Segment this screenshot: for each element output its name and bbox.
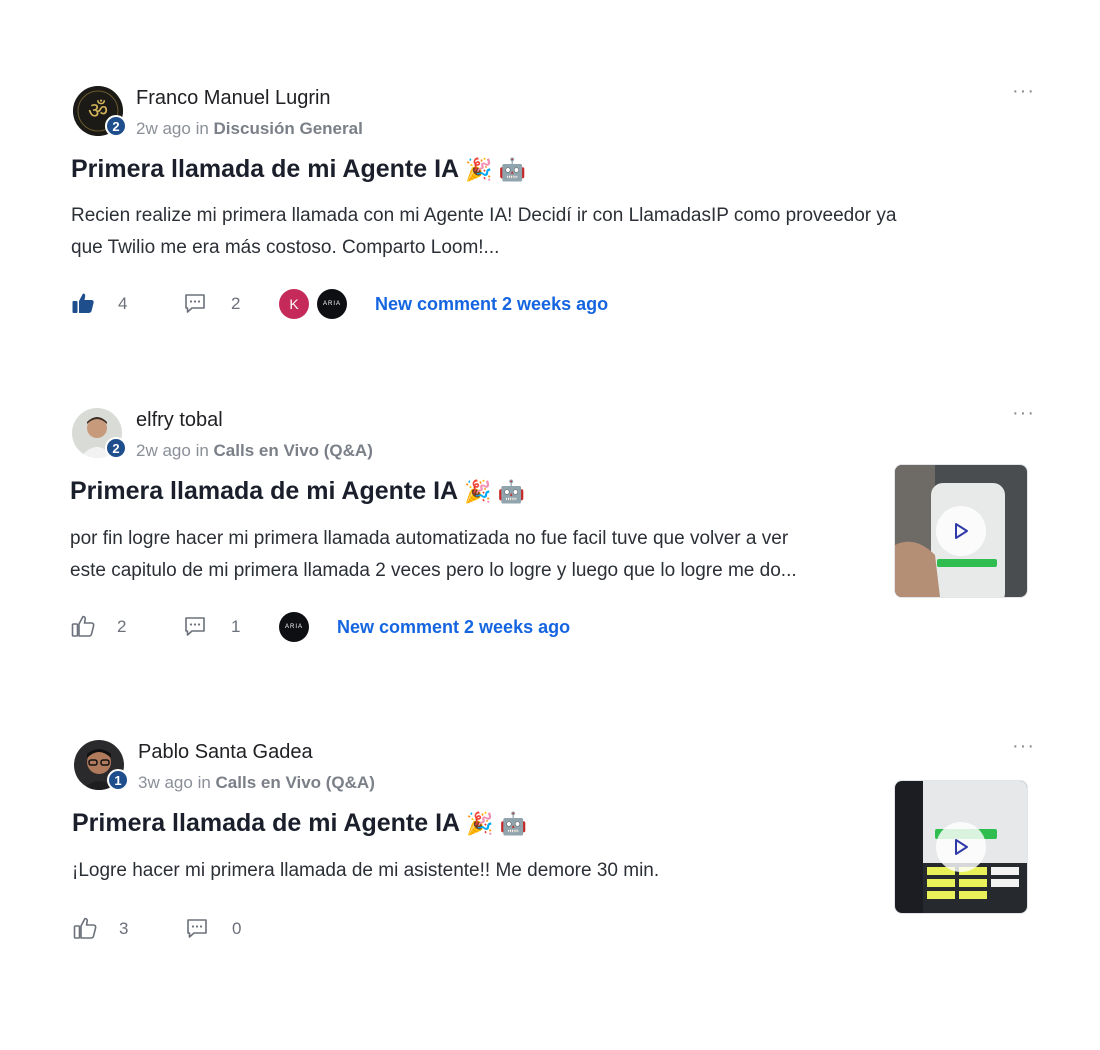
like-count: 2 [117, 617, 127, 636]
post-body-line: ¡Logre hacer mi primera llamada de mi as… [72, 860, 660, 881]
post-time: 2w ago [136, 441, 191, 460]
like-button[interactable] [71, 291, 95, 315]
title-emojis: 🎉 🤖 [465, 157, 527, 182]
level-badge: 2 [105, 115, 127, 137]
svg-text:ॐ: ॐ [88, 99, 108, 124]
meta-in: in [197, 773, 211, 792]
post-title-text: Primera llamada de mi Agente IA [70, 477, 458, 505]
author-name[interactable]: Franco Manuel Lugrin [136, 87, 331, 110]
commenter-avatar[interactable]: ARIA [279, 612, 309, 642]
post-title-text: Primera llamada de mi Agente IA [72, 809, 460, 837]
post-body-line: este capitulo de mi primera llamada 2 ve… [70, 560, 797, 581]
post-title[interactable]: Primera llamada de mi Agente IA 🎉 🤖 [71, 155, 526, 184]
post-meta: 3w ago in Calls en Vivo (Q&A) [138, 773, 375, 793]
meta-in: in [195, 441, 209, 460]
meta-in: in [195, 119, 209, 138]
post-menu-button[interactable]: ··· [1012, 735, 1035, 758]
post-body[interactable]: Recien realize mi primera llamada con mi… [71, 200, 1011, 264]
like-count: 4 [118, 294, 128, 313]
post-title-text: Primera llamada de mi Agente IA [71, 155, 459, 183]
thumbs-up-filled-icon [72, 293, 94, 313]
post-time: 3w ago [138, 773, 193, 792]
comment-button[interactable] [185, 916, 209, 940]
post-body[interactable]: por fin logre hacer mi primera llamada a… [70, 523, 870, 587]
play-icon [955, 839, 968, 855]
title-emojis: 🎉 🤖 [464, 479, 526, 504]
comment-icon [185, 617, 205, 636]
post-body[interactable]: ¡Logre hacer mi primera llamada de mi as… [72, 855, 872, 887]
play-button[interactable] [936, 822, 986, 872]
commenter-avatar[interactable]: ARIA [317, 289, 347, 319]
post-title[interactable]: Primera llamada de mi Agente IA 🎉 🤖 [72, 809, 527, 838]
like-button[interactable] [71, 614, 95, 638]
author-name[interactable]: elfry tobal [136, 409, 223, 432]
comment-button[interactable] [183, 614, 207, 638]
comment-button[interactable] [183, 291, 207, 315]
author-name[interactable]: Pablo Santa Gadea [138, 741, 313, 764]
post-body-line: por fin logre hacer mi primera llamada a… [70, 528, 789, 549]
new-comment-link[interactable]: New comment 2 weeks ago [375, 294, 608, 315]
video-thumbnail[interactable] [894, 464, 1028, 598]
post-menu-button[interactable]: ··· [1012, 402, 1035, 425]
comment-icon [187, 919, 207, 938]
play-icon [955, 523, 968, 539]
play-button[interactable] [936, 506, 986, 556]
like-button[interactable] [73, 916, 97, 940]
post-category[interactable]: Calls en Vivo (Q&A) [216, 773, 375, 792]
thumbs-up-icon [71, 615, 95, 637]
level-badge: 2 [105, 437, 127, 459]
title-emojis: 🎉 🤖 [466, 811, 528, 836]
thumbs-up-icon [73, 917, 97, 939]
comment-count: 0 [232, 919, 242, 938]
post-body-line: Recien realize mi primera llamada con mi… [71, 205, 897, 226]
post-category[interactable]: Discusión General [214, 119, 363, 138]
post-menu-button[interactable]: ··· [1012, 80, 1035, 103]
video-thumbnail[interactable] [894, 780, 1028, 914]
commenter-avatar[interactable]: K [279, 289, 309, 319]
comment-icon [185, 294, 205, 313]
post-title[interactable]: Primera llamada de mi Agente IA 🎉 🤖 [70, 477, 525, 506]
post-meta: 2w ago in Calls en Vivo (Q&A) [136, 441, 373, 461]
comment-count: 2 [231, 294, 241, 313]
post-category[interactable]: Calls en Vivo (Q&A) [214, 441, 373, 460]
post-time: 2w ago [136, 119, 191, 138]
level-badge: 1 [107, 769, 129, 791]
post-meta: 2w ago in Discusión General [136, 119, 363, 139]
post-body-line: que Twilio me era más costoso. Comparto … [71, 237, 500, 258]
like-count: 3 [119, 919, 129, 938]
new-comment-link[interactable]: New comment 2 weeks ago [337, 617, 570, 638]
comment-count: 1 [231, 617, 241, 636]
